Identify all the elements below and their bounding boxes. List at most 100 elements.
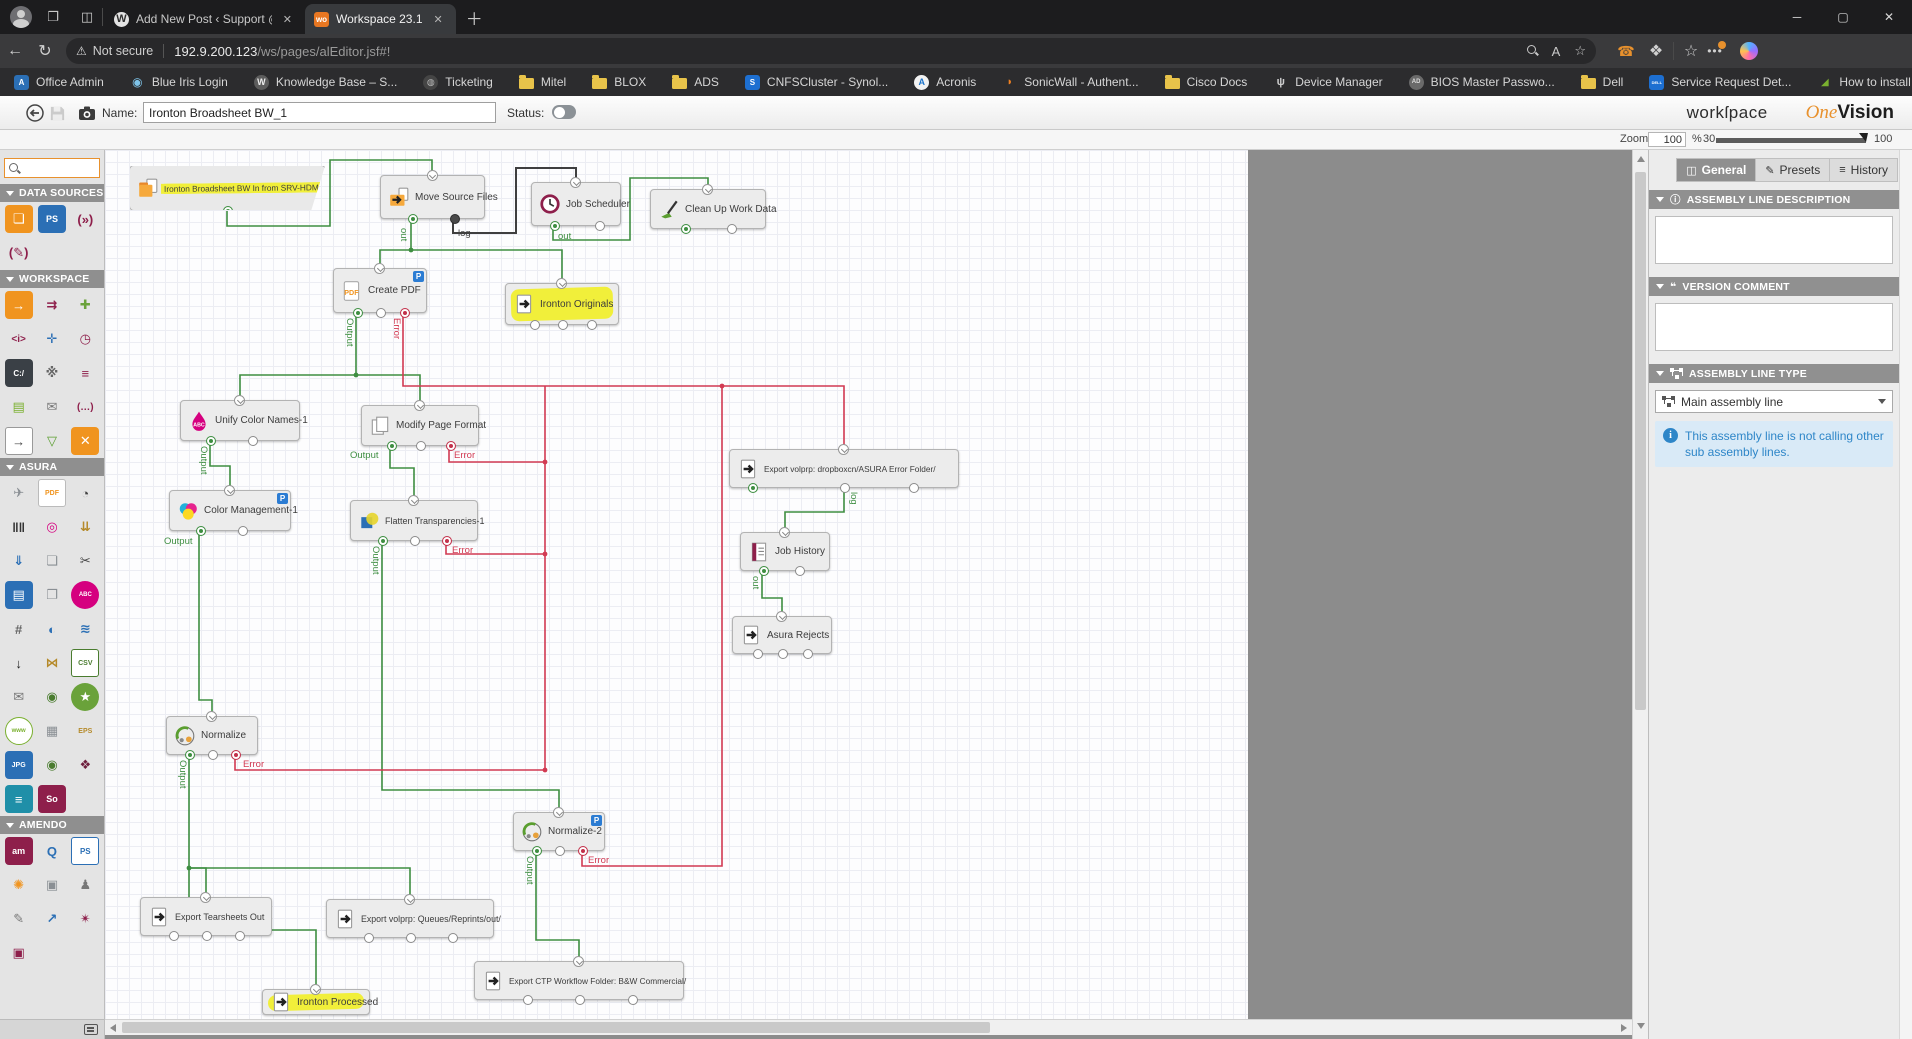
bookmark-item[interactable]: AD BIOS Master Passwo...	[1408, 74, 1555, 90]
url-field[interactable]: ⚠ Not secure 192.9.200.123 /ws/pages/alE…	[66, 38, 1596, 64]
palette-section-workspace[interactable]: WORKSPACE	[0, 270, 104, 288]
route-split-icon[interactable]: ⇉	[38, 291, 66, 319]
page-export-icon[interactable]: →	[4, 427, 33, 455]
amendo-logo-icon[interactable]: am	[4, 837, 33, 865]
favorite-star-icon[interactable]: ☆	[1574, 43, 1586, 59]
refresh-icon[interactable]: ↻	[30, 41, 60, 61]
port[interactable]	[235, 931, 245, 941]
input-port[interactable]	[553, 807, 564, 818]
panel-scrollbar[interactable]	[1899, 150, 1912, 1039]
output-port[interactable]	[549, 221, 560, 231]
ripple-icon[interactable]: ≋	[71, 615, 99, 643]
bookmark-item[interactable]: ψ Device Manager	[1273, 75, 1383, 90]
log-port[interactable]	[449, 214, 460, 224]
port[interactable]	[248, 436, 258, 446]
impose-icon[interactable]: ⋈	[38, 649, 66, 677]
workflow-node-color-management-1[interactable]: Color Management-1 P	[169, 485, 298, 536]
output-port[interactable]	[206, 436, 216, 446]
jpg-icon[interactable]: JPG	[4, 751, 33, 779]
report-clock-icon[interactable]: ◔	[71, 479, 99, 507]
workflow-canvas[interactable]	[105, 150, 1248, 1019]
port[interactable]	[522, 995, 533, 1005]
status-toggle[interactable]	[552, 105, 576, 119]
palette-section-amendo[interactable]: AMENDO	[0, 816, 104, 834]
port[interactable]	[416, 441, 426, 451]
bookmark-item[interactable]: DELL Service Request Det...	[1649, 74, 1791, 90]
workflow-node-clean-up-work-data[interactable]: Clean Up Work Data	[650, 184, 777, 234]
port[interactable]	[840, 483, 850, 493]
error-port[interactable]	[445, 441, 456, 451]
workflow-node-flatten-transparencies-1[interactable]: Flatten Transparencies-1	[350, 495, 485, 546]
input-port[interactable]	[776, 611, 787, 622]
input-port[interactable]	[234, 395, 245, 406]
pdf-icon[interactable]: PDF	[37, 479, 66, 507]
port[interactable]	[410, 536, 420, 546]
error-port[interactable]	[578, 846, 588, 856]
trend-icon[interactable]: ↗	[38, 905, 66, 933]
bookmark-item[interactable]: Dell	[1580, 75, 1623, 89]
scatter-icon[interactable]: ※	[38, 359, 66, 387]
scroll-down-arrow[interactable]	[1637, 1023, 1645, 1029]
output-port[interactable]	[195, 526, 206, 536]
workflow-node-move-source-files[interactable]: Move Source Files	[380, 170, 498, 224]
bookmark-item[interactable]: ◢ How to install and s...	[1817, 75, 1912, 90]
port[interactable]	[575, 995, 585, 1005]
error-port[interactable]	[399, 308, 410, 318]
sort-input-icon[interactable]: ⇊	[71, 513, 99, 541]
horizontal-scroll-thumb[interactable]	[122, 1022, 990, 1033]
magic-wand-icon[interactable]: ✴	[71, 905, 99, 933]
bookmark-item[interactable]: ◍ Ticketing	[423, 74, 493, 90]
port[interactable]	[208, 750, 218, 760]
workflow-node-ironton-processed[interactable]: Ironton Processed	[262, 984, 378, 1015]
rename-icon[interactable]: ✛	[38, 325, 66, 353]
version-comment-textarea[interactable]	[1655, 303, 1893, 351]
flow-blocks-icon[interactable]: ▣	[5, 939, 33, 967]
input-port[interactable]	[414, 400, 425, 411]
assembly-line-type-dropdown[interactable]: Main assembly line	[1655, 390, 1893, 413]
input-port[interactable]	[224, 485, 235, 496]
person-edit-icon[interactable]: ✎	[5, 905, 33, 933]
minimize-button[interactable]: ─	[1774, 0, 1820, 34]
new-tab-button[interactable]: ＋	[466, 5, 483, 30]
layers-icon[interactable]: ❖	[71, 751, 99, 779]
input-port[interactable]	[702, 184, 713, 195]
input-port[interactable]	[408, 495, 419, 506]
input-port[interactable]	[838, 444, 849, 455]
input-port[interactable]	[310, 984, 321, 995]
port[interactable]	[448, 933, 458, 943]
tab-general[interactable]: ◫ General	[1676, 158, 1757, 182]
input-stream-icon[interactable]: (»)	[71, 205, 99, 233]
photoshop-icon[interactable]: PS	[71, 837, 100, 865]
port[interactable]	[558, 320, 568, 330]
read-aloud-icon[interactable]: A	[1552, 44, 1561, 59]
output-port[interactable]	[748, 483, 758, 493]
save-button[interactable]	[47, 103, 67, 123]
person-icon[interactable]: ♟	[71, 871, 99, 899]
output-port[interactable]	[352, 308, 363, 318]
booklet-icon[interactable]: ▤	[4, 581, 33, 609]
compare-pages-icon[interactable]: ❐	[38, 581, 66, 609]
zoom-slider[interactable]	[1716, 133, 1868, 143]
palette-section-data-sources[interactable]: DATA SOURCES	[0, 184, 104, 202]
zip-book-icon[interactable]: ▤	[5, 393, 33, 421]
output-port[interactable]	[758, 566, 769, 576]
port[interactable]	[753, 649, 763, 659]
error-port[interactable]	[231, 750, 241, 760]
workflow-node-job-scheduler[interactable]: Job Scheduler	[531, 177, 630, 231]
input-port[interactable]	[779, 527, 790, 538]
extensions-icon[interactable]: ❖	[1641, 41, 1671, 61]
port[interactable]	[586, 320, 597, 330]
bookmark-item[interactable]: ◉ Blue Iris Login	[130, 75, 228, 90]
scheduler-clock-icon[interactable]: ◷	[71, 325, 99, 353]
maximize-button[interactable]: ▢	[1820, 0, 1866, 34]
workflow-node-export-volprp-queues[interactable]: Export volprp: Queues/Reprints/out/	[326, 894, 501, 943]
workflow-node-job-history[interactable]: Job History	[740, 527, 830, 576]
photo-id-icon[interactable]: ▣	[38, 871, 66, 899]
photoshop-input-icon[interactable]: PS	[37, 205, 66, 233]
workflow-node-normalize[interactable]: Normalize	[166, 711, 258, 760]
snapshot-button[interactable]	[77, 103, 97, 123]
palette-section-asura[interactable]: ASURA	[0, 458, 104, 476]
assembly-line-description-textarea[interactable]	[1655, 216, 1893, 264]
workflow-node-export-volprp-asura-error[interactable]: Export volprp: dropboxcn/ASURA Error Fol…	[729, 444, 959, 493]
image-pages-icon[interactable]: ▦	[38, 717, 66, 745]
